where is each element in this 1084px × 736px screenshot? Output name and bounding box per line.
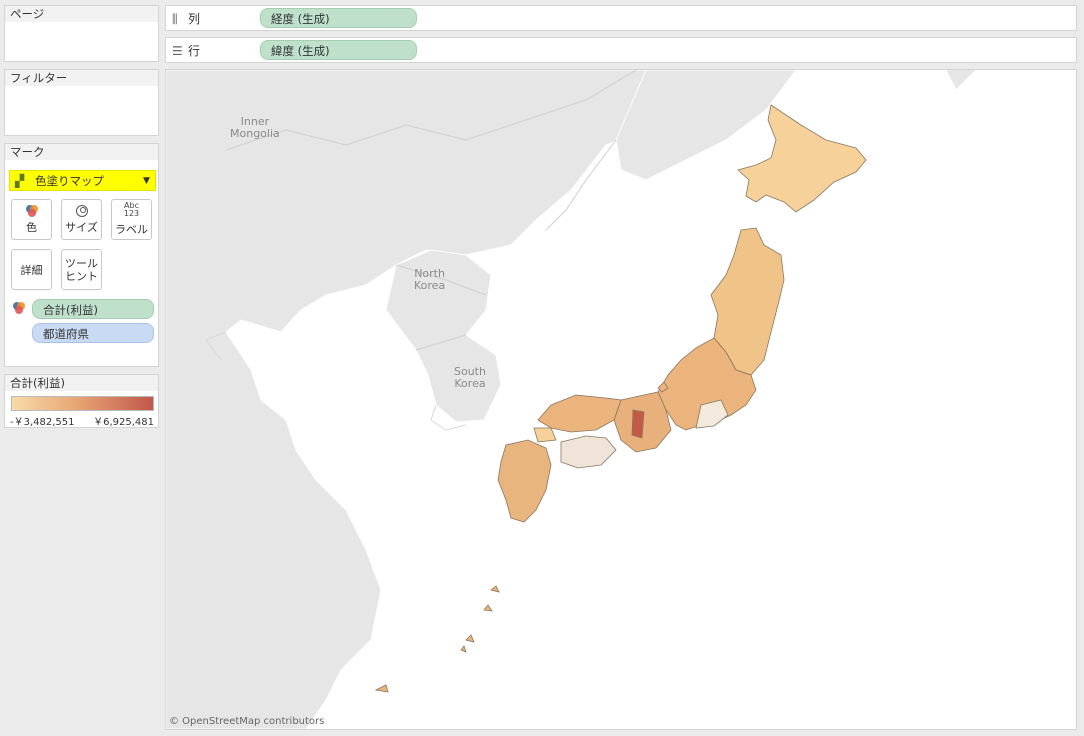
osaka: [631, 409, 645, 439]
rows-shelf[interactable]: ☰ 行 緯度 (生成): [165, 37, 1077, 63]
label-icon-line2: 123: [123, 209, 140, 218]
south-korea-label-line2: Korea: [454, 377, 486, 390]
legend-max: ￥6,925,481: [93, 417, 154, 428]
color-button[interactable]: 色: [11, 199, 52, 240]
legend-title: 合計(利益): [5, 375, 158, 391]
label-button-label: ラベル: [115, 223, 148, 236]
color-field-pill[interactable]: 合計(利益): [32, 299, 154, 319]
legend-min: -￥3,482,551: [10, 417, 75, 428]
filters-card[interactable]: フィルター: [4, 69, 159, 136]
tooltip-label-line2: ヒント: [65, 269, 98, 283]
chevron-down-icon: ▼: [143, 175, 150, 186]
sakhalin-coast: [945, 70, 977, 91]
size-icon: [75, 204, 89, 219]
mark-type-dropdown[interactable]: ▞ 色塗りマップ ▼: [9, 170, 156, 191]
filled-map-icon: ▞: [15, 173, 25, 188]
marks-title: マーク: [5, 144, 158, 160]
tooltip-button[interactable]: ツール ヒント: [61, 249, 102, 290]
kyushu: [497, 439, 552, 523]
rows-icon: ☰: [172, 44, 183, 58]
chugoku: [537, 394, 622, 433]
shikoku: [560, 435, 617, 469]
color-encoding-icon: [12, 301, 26, 318]
filters-title: フィルター: [5, 70, 158, 86]
detail-button[interactable]: 詳細: [11, 249, 52, 290]
mark-type-label: 色塗りマップ: [35, 173, 104, 188]
inner-mongolia-label-line2: Mongolia: [230, 127, 280, 140]
map-canvas: [166, 70, 977, 729]
south-korea-label: South Korea: [454, 366, 486, 390]
north-korea-label: North Korea: [414, 268, 445, 292]
inner-mongolia-label: Inner Mongolia: [230, 116, 280, 140]
size-button-label: サイズ: [65, 221, 98, 234]
marks-card: マーク ▞ 色塗りマップ ▼ 色 サイズ Abc 123 ラベル 詳細 ツール …: [4, 143, 159, 367]
columns-shelf[interactable]: ⫼ 列 経度 (生成): [165, 5, 1077, 31]
pages-card[interactable]: ページ: [4, 5, 159, 62]
pages-title: ページ: [5, 6, 158, 22]
rows-label: 行: [188, 44, 201, 58]
yamaguchi: [533, 427, 557, 443]
longitude-pill[interactable]: 経度 (生成): [260, 8, 417, 28]
ryukyu-islands: [374, 585, 500, 693]
color-legend: 合計(利益) -￥3,482,551 ￥6,925,481: [4, 374, 159, 428]
color-button-label: 色: [26, 221, 37, 234]
map-attribution[interactable]: © OpenStreetMap contributors: [169, 716, 324, 727]
columns-label: 列: [188, 12, 201, 26]
latitude-pill[interactable]: 緯度 (生成): [260, 40, 417, 60]
north-korea-label-line2: Korea: [414, 279, 446, 292]
label-icon: Abc 123: [124, 202, 139, 218]
color-icon: [25, 204, 39, 219]
tooltip-label-line1: ツール: [65, 256, 98, 270]
size-button[interactable]: サイズ: [61, 199, 102, 240]
map-view[interactable]: Inner Mongolia North Korea South Korea ©…: [165, 69, 1077, 730]
detail-field-pill[interactable]: 都道府県: [32, 323, 154, 343]
label-button[interactable]: Abc 123 ラベル: [111, 199, 152, 240]
hokkaido: [737, 104, 867, 213]
columns-icon: ⫼: [172, 12, 178, 26]
legend-gradient: [11, 396, 154, 411]
detail-button-label: 詳細: [20, 263, 43, 277]
